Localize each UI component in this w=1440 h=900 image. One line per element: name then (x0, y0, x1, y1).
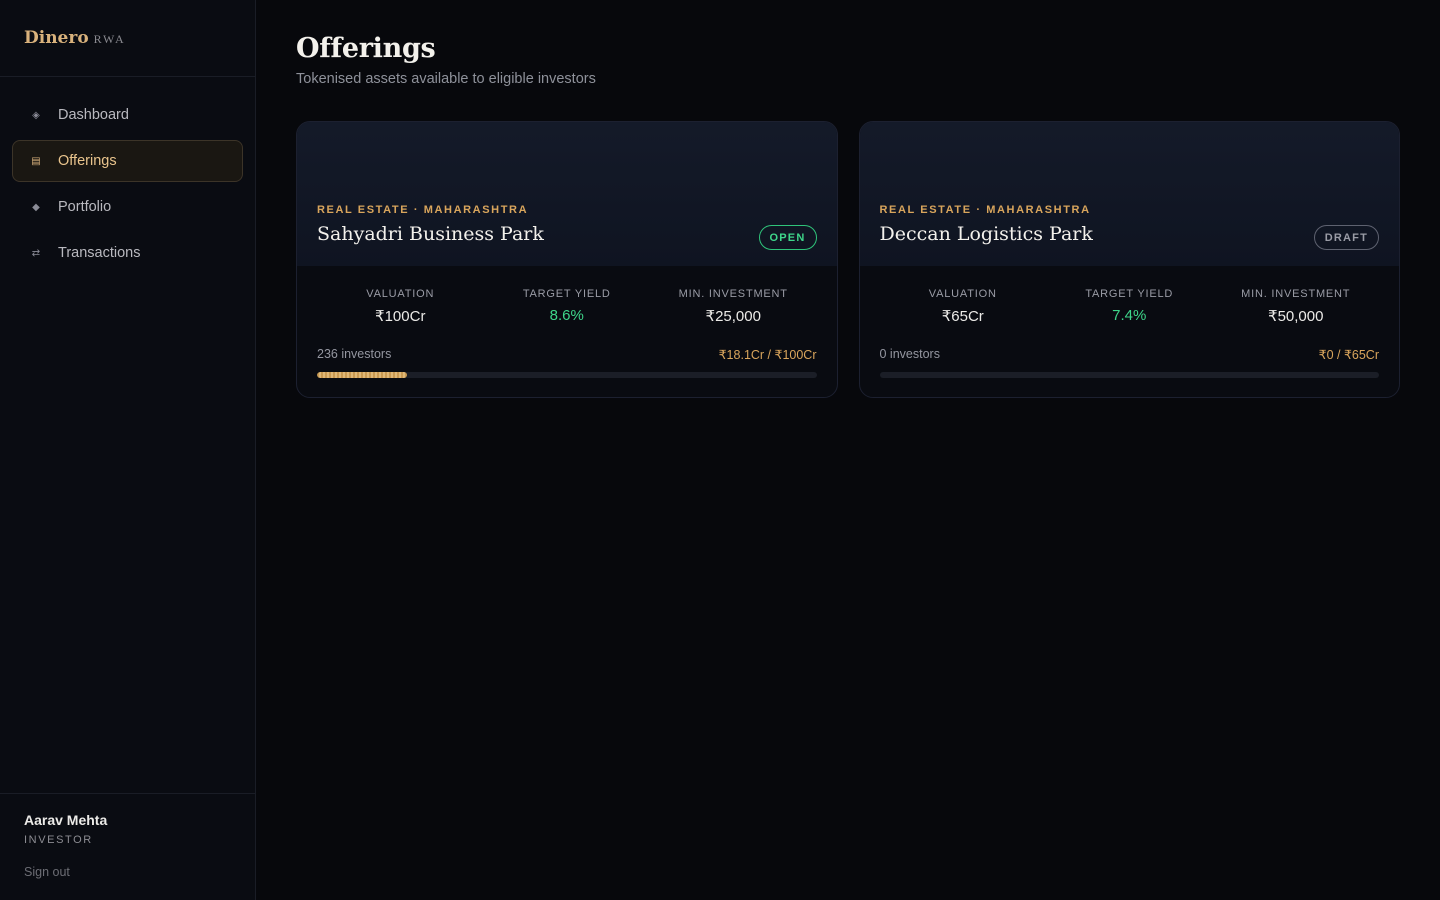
stat-value: 7.4% (1112, 307, 1147, 324)
brand-sub: RWA (93, 32, 126, 46)
stat-target-yield: TARGET YIELD 8.6% (484, 288, 651, 325)
investor-count: 236 investors (317, 347, 392, 361)
progress-track (317, 372, 817, 378)
sidebar-item-label: Transactions (58, 245, 141, 261)
stat-value: 8.6% (549, 307, 584, 324)
user-role: INVESTOR (24, 834, 93, 846)
sidebar: Dinero RWA ◈ Dashboard ▤ Offerings ◆ Port… (0, 0, 256, 900)
diamond-icon: ◆ (32, 201, 40, 213)
stat-label: TARGET YIELD (522, 288, 611, 300)
investor-count: 0 investors (879, 347, 940, 361)
stat-valuation: VALUATION ₹100Cr (317, 288, 484, 325)
stat-label: TARGET YIELD (1085, 288, 1174, 300)
list-icon: ▤ (31, 155, 41, 167)
card-body: VALUATION ₹65Cr TARGET YIELD 7.4% MIN. I… (860, 266, 1400, 378)
main-content: Offerings Tokenised assets available to … (296, 0, 1400, 398)
stat-label: VALUATION (366, 288, 435, 300)
stat-target-yield: TARGET YIELD 7.4% (1046, 288, 1213, 325)
card-category: REAL ESTATE · MAHARASHTRA (879, 204, 1091, 216)
card-stats: VALUATION ₹100Cr TARGET YIELD 8.6% MIN. … (317, 288, 817, 325)
stat-min-investment: MIN. INVESTMENT ₹25,000 (650, 288, 817, 325)
user-name: Aarav Mehta (24, 812, 108, 828)
stat-min-investment: MIN. INVESTMENT ₹50,000 (1213, 288, 1380, 325)
sidebar-item-dashboard[interactable]: ◈ Dashboard (12, 94, 243, 136)
sidebar-item-transactions[interactable]: ⇄ Transactions (12, 232, 243, 274)
offering-card[interactable]: REAL ESTATE · MAHARASHTRA Deccan Logisti… (858, 121, 1400, 398)
status-badge: OPEN (758, 225, 817, 250)
progress-row: 0 investors ₹0 / ₹65Cr (880, 347, 1380, 362)
stat-value: ₹25,000 (705, 308, 761, 325)
offerings-grid: REAL ESTATE · MAHARASHTRA Sahyadri Busin… (296, 121, 1400, 398)
sign-out-link[interactable]: Sign out (24, 865, 70, 879)
sidebar-item-label: Offerings (58, 153, 117, 169)
card-header: REAL ESTATE · MAHARASHTRA Deccan Logisti… (859, 122, 1399, 266)
swap-icon: ⇄ (31, 247, 41, 259)
raised-amount: ₹0 / ₹65Cr (1318, 348, 1379, 362)
card-body: VALUATION ₹100Cr TARGET YIELD 8.6% MIN. … (297, 266, 837, 378)
sidebar-item-portfolio[interactable]: ◆ Portfolio (12, 186, 243, 228)
card-title: Sahyadri Business Park (317, 223, 544, 245)
raised-amount: ₹18.1Cr / ₹100Cr (718, 348, 817, 362)
brand-name[interactable]: Dinero (24, 28, 89, 48)
diamond-outline-icon: ◈ (32, 109, 40, 121)
card-category: REAL ESTATE · MAHARASHTRA (317, 204, 529, 216)
user-block: Aarav Mehta INVESTOR Sign out (0, 793, 255, 900)
card-header: REAL ESTATE · MAHARASHTRA Sahyadri Busin… (297, 122, 837, 266)
stat-label: VALUATION (928, 288, 997, 300)
card-title: Deccan Logistics Park (879, 223, 1093, 245)
page-subtitle: Tokenised assets available to eligible i… (296, 71, 596, 87)
progress-track (879, 372, 1379, 378)
page-title: Offerings (296, 33, 436, 64)
stat-label: MIN. INVESTMENT (678, 288, 788, 300)
sidebar-item-label: Dashboard (58, 107, 129, 123)
offering-card[interactable]: REAL ESTATE · MAHARASHTRA Sahyadri Busin… (296, 121, 838, 398)
progress-fill (317, 372, 408, 378)
sidebar-nav: ◈ Dashboard ▤ Offerings ◆ Portfolio ⇄ Tr… (0, 77, 255, 274)
progress-row: 236 investors ₹18.1Cr / ₹100Cr (317, 347, 817, 362)
status-badge: DRAFT (1313, 225, 1379, 250)
stat-value: ₹100Cr (375, 308, 426, 325)
sidebar-item-label: Portfolio (58, 199, 112, 215)
stat-valuation: VALUATION ₹65Cr (880, 288, 1047, 325)
brand: Dinero RWA (0, 0, 255, 77)
stat-label: MIN. INVESTMENT (1241, 288, 1351, 300)
card-stats: VALUATION ₹65Cr TARGET YIELD 7.4% MIN. I… (880, 288, 1380, 325)
stat-value: ₹65Cr (941, 308, 984, 325)
stat-value: ₹50,000 (1268, 308, 1324, 325)
sidebar-item-offerings[interactable]: ▤ Offerings (12, 140, 243, 182)
